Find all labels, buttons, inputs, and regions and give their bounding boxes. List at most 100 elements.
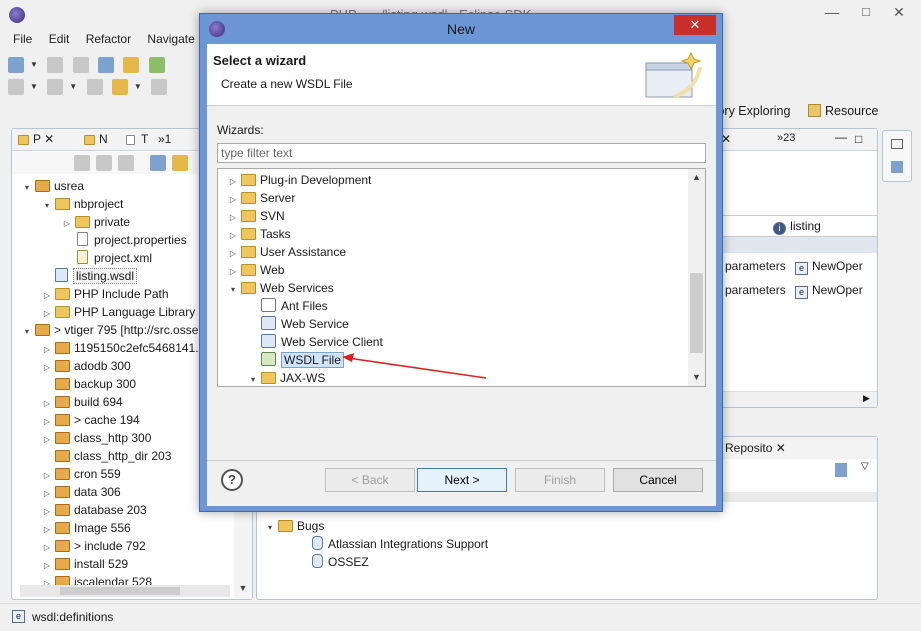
close-icon[interactable]: ✕ [884, 4, 914, 24]
horizontal-scroll-thumb[interactable] [60, 587, 180, 595]
tree-item[interactable]: ▾ usrea [22, 177, 84, 195]
expand-toggle-icon[interactable]: ▾ [42, 197, 52, 215]
maximize-view-icon[interactable]: □ [855, 132, 862, 146]
collapse-all-icon[interactable] [150, 155, 166, 171]
tree-item[interactable]: ▷ private [62, 213, 130, 231]
wizard-item[interactable]: ▷ Web [228, 261, 285, 279]
wizard-item[interactable]: Web Service [248, 315, 349, 333]
tab-task-repositories[interactable]: Reposito ✕ [725, 441, 786, 455]
explorer-horizontal-scrollbar[interactable] [20, 585, 230, 597]
scroll-down-icon[interactable]: ▼ [688, 372, 705, 382]
perspective-history-exploring[interactable]: tory Exploring [714, 104, 790, 124]
scroll-up-icon[interactable]: ▲ [688, 172, 705, 182]
tree-item[interactable]: ▷ database 203 [42, 501, 147, 519]
forward-icon[interactable] [96, 155, 112, 171]
tree-item[interactable]: ▷ class_http 300 [42, 429, 151, 447]
wizard-item[interactable]: Ant Files [248, 297, 328, 315]
repository-item[interactable]: ▾ Bugs [265, 517, 324, 535]
next-annotation-icon[interactable] [47, 79, 64, 95]
chevron-down-icon[interactable]: ▼ [30, 82, 38, 91]
tree-item[interactable]: class_http_dir 203 [42, 447, 171, 465]
tree-item[interactable]: ▷ build 694 [42, 393, 123, 411]
outline-horizontal-scrollbar[interactable]: ▶ [717, 391, 877, 407]
debug-icon[interactable] [123, 57, 140, 73]
chevron-down-icon[interactable]: ▼ [30, 60, 38, 69]
operation-row[interactable]: parameters [725, 257, 786, 275]
save-icon[interactable] [47, 57, 64, 73]
menu-file[interactable]: File [13, 32, 32, 46]
new-icon[interactable] [8, 57, 24, 73]
wsdl-service-header[interactable]: i listing [717, 215, 877, 237]
minimize-view-icon[interactable]: — [835, 130, 847, 144]
run-icon[interactable] [148, 57, 165, 73]
tab-php-explorer[interactable]: P ✕ [18, 132, 54, 146]
tree-item[interactable]: ▷ cron 559 [42, 465, 121, 483]
menu-refactor[interactable]: Refactor [86, 32, 131, 46]
annotation-icon[interactable] [8, 79, 24, 95]
view-menu-icon[interactable]: ▽ [861, 461, 869, 472]
tree-item[interactable]: ▷ adodb 300 [42, 357, 131, 375]
wizard-item[interactable]: ▷ User Assistance [228, 243, 346, 261]
tree-item[interactable]: ▷ > cache 194 [42, 411, 140, 429]
link-with-editor-icon[interactable] [172, 155, 188, 171]
tree-item[interactable]: ▷ > include 792 [42, 537, 146, 555]
restore-icon[interactable] [891, 139, 903, 149]
expand-toggle-icon[interactable]: ▾ [228, 281, 238, 299]
disk-icon[interactable] [97, 57, 114, 73]
expand-toggle-icon[interactable]: ▾ [22, 323, 32, 341]
tree-item[interactable]: ▷ install 529 [42, 555, 128, 573]
maximize-icon[interactable]: □ [852, 4, 880, 24]
back-icon[interactable] [74, 155, 90, 171]
tree-item[interactable]: ▷ PHP Include Path [42, 285, 169, 303]
operation-row[interactable]: parameters [725, 281, 786, 299]
tree-item[interactable]: ▾ nbproject [42, 195, 123, 213]
print-icon[interactable] [72, 57, 89, 73]
repository-item[interactable]: Atlassian Integrations Support [299, 535, 488, 553]
tab-overflow[interactable]: »23 [777, 132, 795, 144]
repository-item[interactable]: OSSEZ [299, 553, 369, 571]
add-repository-icon[interactable] [835, 463, 847, 477]
tree-item[interactable]: ▾ > vtiger 795 [http://src.osse [22, 321, 198, 339]
tree-item[interactable]: project.properties [62, 231, 187, 249]
pin-icon[interactable] [86, 79, 103, 95]
menu-navigate[interactable]: Navigate [147, 32, 194, 46]
menu-edit[interactable]: Edit [49, 32, 70, 46]
chevron-down-icon[interactable]: ▼ [69, 82, 77, 91]
scroll-down-icon[interactable]: ▼ [234, 583, 252, 593]
wizard-item[interactable]: ▷ Plug-in Development [228, 171, 371, 189]
wizard-filter-input[interactable] [217, 143, 706, 163]
up-icon[interactable] [118, 155, 134, 171]
tree-item[interactable]: ▷ PHP Language Library [42, 303, 195, 321]
tree-item[interactable]: ▷ Image 556 [42, 519, 131, 537]
tab-navigator[interactable]: N [84, 132, 108, 146]
wizard-item[interactable]: ▷ SVN [228, 207, 285, 225]
back-button[interactable]: < Back [325, 468, 415, 492]
minimize-icon[interactable]: — [818, 4, 846, 24]
tab-type-hierarchy[interactable]: T [124, 132, 148, 146]
wizard-item[interactable]: ▷ Tasks [228, 225, 291, 243]
wizard-tree-scrollbar[interactable]: ▲ ▼ [688, 169, 705, 386]
help-button[interactable]: ? [221, 469, 243, 491]
tree-item[interactable]: project.xml [62, 249, 152, 267]
tree-item[interactable]: listing.wsdl [42, 267, 138, 285]
chevron-down-icon[interactable]: ▼ [134, 82, 142, 91]
operation-cell[interactable]: e NewOper [795, 257, 863, 275]
perspective-resource[interactable]: Resource [808, 104, 879, 124]
tab-overflow[interactable]: »1 [158, 132, 171, 146]
back-arrow-icon[interactable] [111, 79, 128, 95]
tree-item[interactable]: backup 300 [42, 375, 136, 393]
outline-view-icon[interactable] [891, 161, 903, 173]
operation-cell[interactable]: e NewOper [795, 281, 863, 299]
close-tab-icon[interactable]: ✕ [44, 132, 54, 146]
tree-item[interactable]: ▷ 1195150c2efc5468141.24 [42, 339, 212, 357]
scroll-thumb[interactable] [690, 273, 703, 353]
close-tab-icon[interactable]: ✕ [776, 441, 786, 455]
next-button[interactable]: Next > [417, 468, 507, 492]
scroll-right-icon[interactable]: ▶ [863, 393, 870, 404]
wizard-item[interactable]: ▷ Server [228, 189, 295, 207]
expand-toggle-icon[interactable]: ▾ [265, 519, 275, 537]
expand-toggle-icon[interactable]: ▾ [248, 371, 258, 386]
forward-arrow-icon[interactable] [151, 79, 168, 95]
tree-item[interactable]: ▷ data 306 [42, 483, 121, 501]
close-dialog-button[interactable]: ✕ [674, 15, 716, 35]
